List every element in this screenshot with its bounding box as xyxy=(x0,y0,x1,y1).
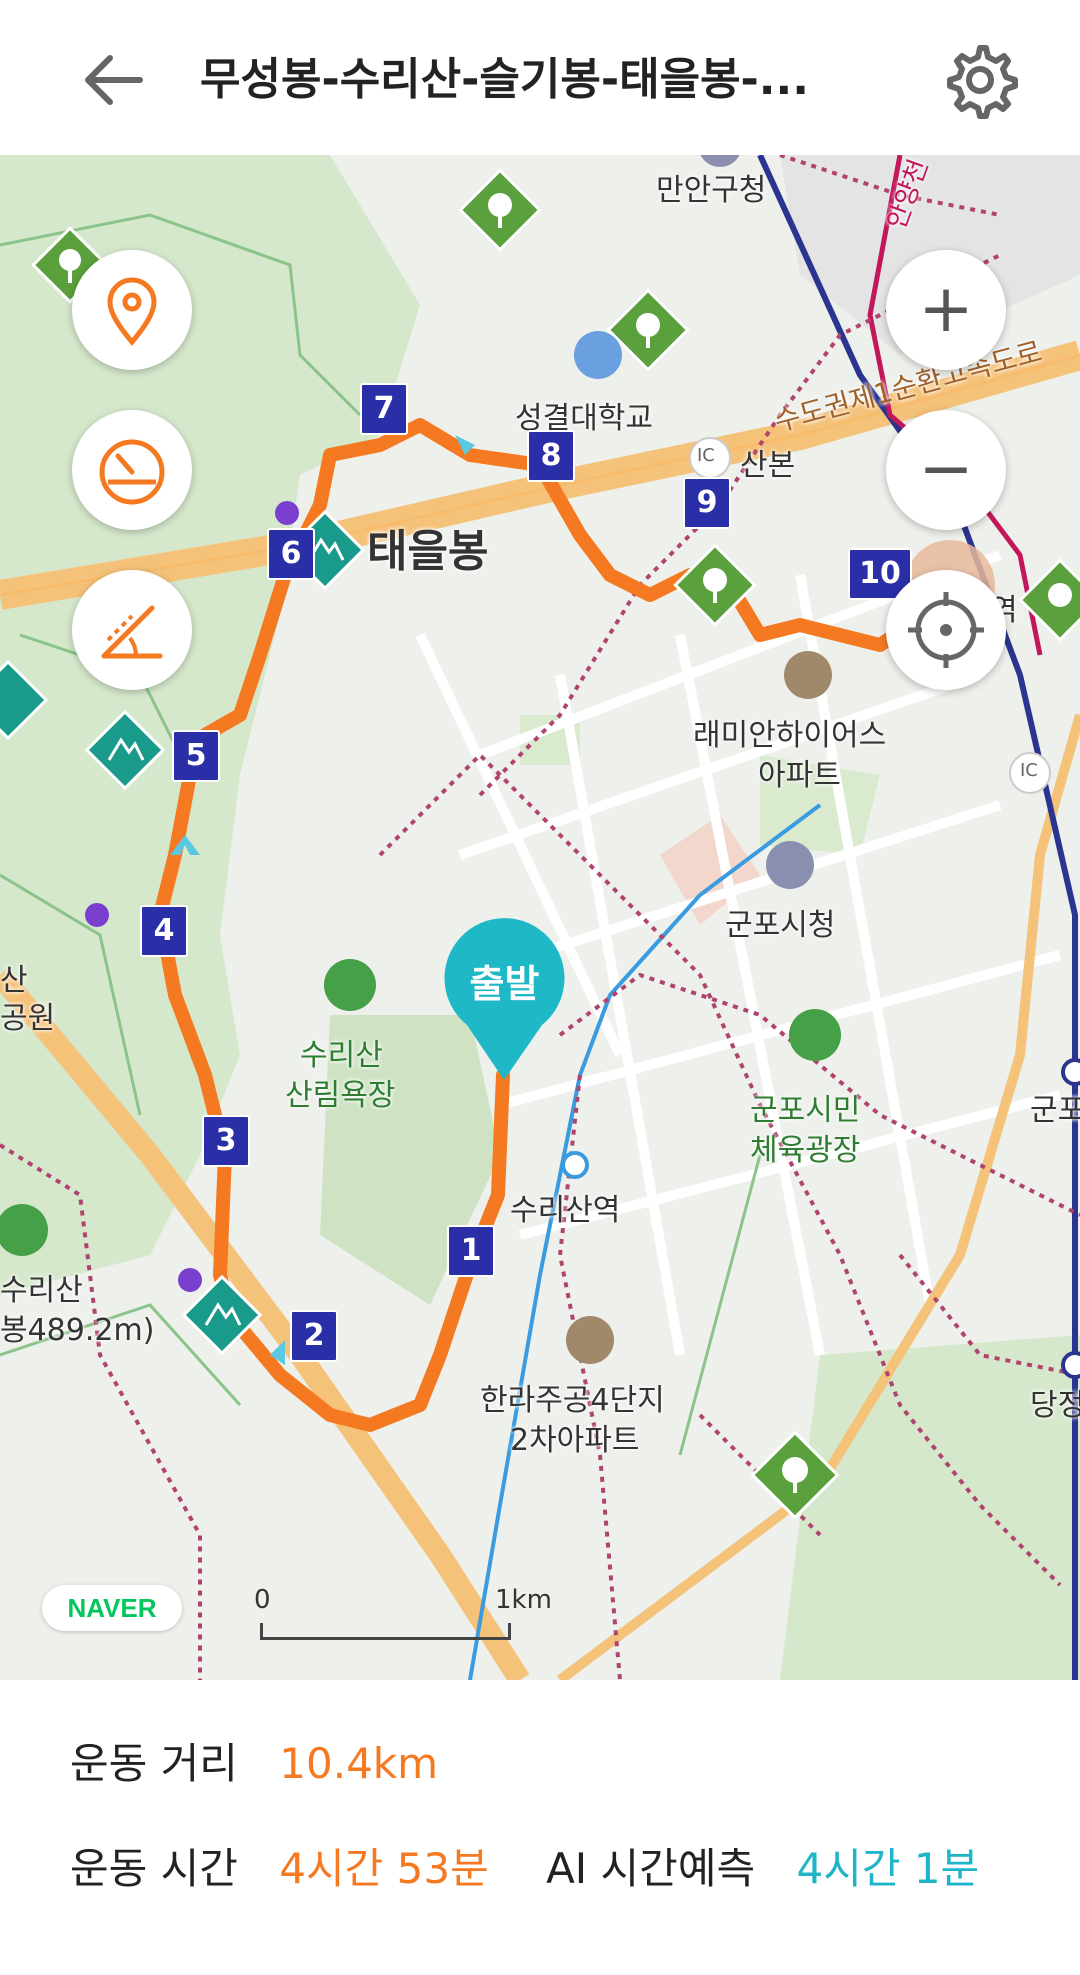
label-taeulbong: 태을봉 xyxy=(367,526,489,577)
slope-icon xyxy=(101,605,163,659)
waypoint-3[interactable]: 3 xyxy=(202,1115,250,1167)
label-park-line2: 공원 xyxy=(0,1001,56,1036)
ai-estimate-label: AI 시간예측 xyxy=(546,1844,756,1893)
waypoint-4[interactable]: 4 xyxy=(140,905,188,957)
map-scale: 0 1km xyxy=(250,1585,552,1645)
time-label: 운동 시간 xyxy=(70,1844,238,1893)
time-value: 4시간 53분 xyxy=(279,1844,489,1893)
label-gunpo-edge: 군포 xyxy=(1030,1093,1080,1128)
waypoint-5[interactable]: 5 xyxy=(172,730,220,782)
waypoint-2[interactable]: 2 xyxy=(290,1310,338,1362)
zoom-out-button[interactable]: − xyxy=(886,410,1006,530)
start-marker-label: 출발 xyxy=(469,962,540,1006)
scale-bar xyxy=(260,1623,511,1640)
scale-start: 0 xyxy=(254,1585,271,1615)
time-row: 운동 시간 4시간 53분 AI 시간예측 4시간 1분 xyxy=(70,1835,979,1896)
header: 무성봉-수리산-슬기봉-태을봉-... xyxy=(0,0,1080,155)
speed-button[interactable] xyxy=(72,410,192,530)
label-surisan-forest-line1: 수리산 xyxy=(300,1038,383,1073)
page-title: 무성봉-수리산-슬기봉-태을봉-... xyxy=(200,54,809,105)
my-location-pin-button[interactable] xyxy=(72,250,192,370)
label-raemian-line2: 아파트 xyxy=(758,758,841,793)
back-button[interactable] xyxy=(70,40,160,120)
distance-row: 운동 거리 10.4km xyxy=(70,1730,438,1791)
settings-button[interactable] xyxy=(940,40,1020,120)
label-surisan-forest-line2: 산림욕장 xyxy=(285,1078,396,1113)
distance-value: 10.4km xyxy=(279,1739,439,1788)
label-surisan-peak-line1: 수리산 xyxy=(0,1273,83,1308)
label-raemian-line1: 래미안하이어스 xyxy=(693,718,887,753)
recenter-button[interactable] xyxy=(886,570,1006,690)
label-gunpo-cityhall: 군포시청 xyxy=(725,908,836,943)
route-map[interactable]: 만안구청 안양천 성결대학교 IC 산본 수도권제1순환고속도로 태을봉 래미안… xyxy=(0,155,1080,1680)
waypoint-1[interactable]: 1 xyxy=(447,1225,495,1277)
zoom-in-button[interactable]: + xyxy=(886,250,1006,370)
crosshair-icon xyxy=(908,592,984,668)
label-hanra-line1: 한라주공4단지 xyxy=(480,1383,665,1418)
location-pin-icon xyxy=(107,277,157,346)
label-dangjeong-edge: 당정 xyxy=(1030,1388,1080,1423)
label-manan-gu-office: 만안구청 xyxy=(656,173,767,208)
label-surisan-station: 수리산역 xyxy=(510,1193,621,1228)
label-ic-right: IC xyxy=(1020,760,1038,781)
waypoint-6[interactable]: 6 xyxy=(267,528,315,580)
naver-logo: NAVER xyxy=(42,1585,182,1631)
back-arrow-icon xyxy=(85,55,143,105)
zoom-out-label: − xyxy=(918,430,974,507)
waypoint-7[interactable]: 7 xyxy=(360,383,408,435)
label-ic: IC xyxy=(697,445,715,466)
label-gunpo-plaza-line1: 군포시민 xyxy=(750,1093,861,1128)
label-hanra-line2: 2차아파트 xyxy=(510,1423,640,1458)
distance-label: 운동 거리 xyxy=(70,1739,238,1788)
gear-icon xyxy=(947,45,1018,119)
waypoint-8[interactable]: 8 xyxy=(527,430,575,482)
zoom-in-label: + xyxy=(918,270,974,347)
waypoint-9[interactable]: 9 xyxy=(683,477,731,529)
speedometer-icon xyxy=(99,439,165,505)
ai-estimate-value: 4시간 1분 xyxy=(796,1844,980,1893)
label-sanbon: 산본 xyxy=(740,448,796,483)
label-surisan-peak-line2: 봉489.2m) xyxy=(0,1313,155,1348)
label-gunpo-plaza-line2: 체육광장 xyxy=(750,1133,861,1168)
elevation-button[interactable] xyxy=(72,570,192,690)
start-marker[interactable]: 출발 xyxy=(437,915,572,1085)
stats-panel: 운동 거리 10.4km 운동 시간 4시간 53분 AI 시간예측 4시간 1… xyxy=(0,1680,1080,1975)
scale-end: 1km xyxy=(495,1585,552,1615)
